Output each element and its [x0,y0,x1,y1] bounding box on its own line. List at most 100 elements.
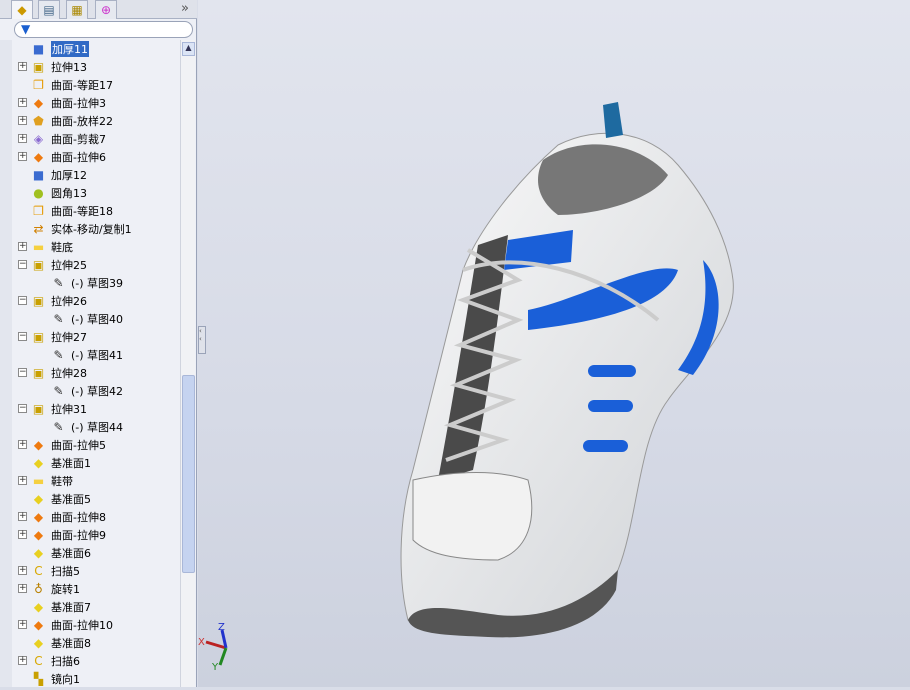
graphics-viewport[interactable]: X Z Y [198,0,910,687]
expand-button[interactable]: + [18,566,27,575]
tree-item[interactable]: ▣ 拉伸13 [30,58,87,76]
tree-item-label: 拉伸26 [51,295,87,308]
tree-item[interactable]: ⬟ 曲面-放样22 [30,112,113,130]
tree-item[interactable]: ◈ 曲面-剪裁7 [30,130,106,148]
extrude-icon: ▣ [32,366,45,380]
expand-button[interactable]: + [18,584,27,593]
tab-dimxpert[interactable]: ⊕ [95,0,117,19]
sweep-icon: С [34,654,43,668]
expand-button[interactable]: + [18,476,27,485]
tree-item[interactable]: ■ 加厚11 [30,40,89,58]
expand-button[interactable]: + [18,134,27,143]
feature-tree: ■ 加厚11 + ▣ 拉伸13 ❐ 曲面-等距17 + ◆ 曲面-拉伸3 + ⬟ 曲面-放样22 + ◈ 曲面… [12,40,180,687]
tree-item[interactable]: ◆ 曲面-拉伸10 [30,616,113,634]
tab-property-manager[interactable]: ▤ [38,0,60,19]
tree-item-label: (-) 草图42 [71,385,124,398]
tree-item[interactable]: ⇄ 实体-移动/复制1 [30,220,131,238]
tree-item[interactable]: ◆ 基准面5 [30,490,91,508]
panel-tabs: ◆ ▤ ▦ ⊕ » [0,0,197,19]
expand-button[interactable]: + [18,98,27,107]
tree-item-label: (-) 草图41 [71,349,124,362]
expand-button[interactable]: + [18,620,27,629]
triad-x-label: X [198,637,205,648]
collapse-button[interactable]: − [18,404,27,413]
tree-item-label: 曲面-剪裁7 [51,133,106,146]
collapse-button[interactable]: − [18,368,27,377]
scroll-thumb[interactable] [182,375,195,573]
tree-item[interactable]: ◆ 曲面-拉伸9 [30,526,106,544]
tree-item[interactable]: ◆ 基准面7 [30,598,91,616]
tree-item-label: 鞋底 [51,241,73,254]
collapse-button[interactable]: − [18,260,27,269]
tree-item[interactable]: ▣ 拉伸27 [30,328,87,346]
tree-item[interactable]: ▬ 鞋带 [30,472,73,490]
tree-item[interactable]: ▚ 镜向1 [30,670,80,687]
tree-item[interactable]: ■ 加厚12 [30,166,87,184]
tree-item[interactable]: ✎ (-) 草图42 [50,382,123,400]
plane-icon: ◆ [33,456,44,470]
expand-button[interactable]: + [18,62,27,71]
sketch-icon: ✎ [53,276,64,290]
expand-button[interactable]: + [18,512,27,521]
configuration-icon: ▦ [71,3,83,17]
tree-item[interactable]: ▣ 拉伸31 [30,400,87,418]
expand-button[interactable]: + [18,530,27,539]
tree-item[interactable]: ❐ 曲面-等距18 [30,202,113,220]
extrude-icon: ▣ [32,258,45,272]
tree-item-label: 曲面-拉伸5 [51,439,106,452]
extrude-icon: ▣ [32,330,45,344]
gutter [0,40,12,687]
tree-item[interactable]: ▬ 鞋底 [30,238,73,256]
panel-collapse-handle[interactable]: ‹ ‹ [198,326,206,354]
feature-tree-icon: ◆ [17,3,27,17]
tree-item-label: (-) 草图44 [71,421,124,434]
tree-item[interactable]: ♁ 旋转1 [30,580,80,598]
tree-scrollbar[interactable]: ▲ [180,40,195,687]
tree-item[interactable]: ✎ (-) 草图39 [50,274,123,292]
surface-extrude-icon: ◆ [33,528,44,542]
expand-button[interactable]: + [18,152,27,161]
tab-configuration-manager[interactable]: ▦ [66,0,88,19]
tree-item[interactable]: ◆ 曲面-拉伸6 [30,148,106,166]
tree-item[interactable]: ▣ 拉伸28 [30,364,87,382]
collapse-button[interactable]: − [18,332,27,341]
sketch-icon: ✎ [53,312,64,326]
tree-item[interactable]: ✎ (-) 草图41 [50,346,123,364]
tree-item-label: 曲面-拉伸10 [51,619,113,632]
tree-item[interactable]: ◆ 曲面-拉伸3 [30,94,106,112]
tree-item[interactable]: ◆ 基准面1 [30,454,91,472]
tab-feature-manager[interactable]: ◆ [11,0,33,19]
tree-item-label: 基准面7 [51,601,91,614]
property-icon: ▤ [43,3,55,17]
tree-item[interactable]: ✎ (-) 草图44 [50,418,123,436]
expand-button[interactable]: + [18,440,27,449]
tree-item[interactable]: ✎ (-) 草图40 [50,310,123,328]
extrude-icon: ▣ [32,402,45,416]
surface-extrude-icon: ◆ [33,618,44,632]
plane-icon: ◆ [33,546,44,560]
tree-item[interactable]: ▣ 拉伸26 [30,292,87,310]
tree-item-label: 曲面-拉伸9 [51,529,106,542]
collapse-button[interactable]: − [18,296,27,305]
more-tabs-button[interactable]: » [181,1,189,16]
trim-icon: ◈ [33,132,44,146]
tree-item-label: 曲面-拉伸8 [51,511,106,524]
tree-item[interactable]: ◆ 曲面-拉伸8 [30,508,106,526]
tree-item-label: 曲面-放样22 [51,115,113,128]
feature-manager-panel: ◆ ▤ ▦ ⊕ » ▼ ■ 加厚11 + ▣ 拉伸13 ❐ 曲面-等距17 + ◆ 曲面-拉伸3 +… [0,0,197,687]
scroll-up-button[interactable]: ▲ [182,42,195,56]
tree-item[interactable]: ◆ 基准面8 [30,634,91,652]
tree-item[interactable]: ◆ 曲面-拉伸5 [30,436,106,454]
expand-button[interactable]: + [18,242,27,251]
tree-item-label: 基准面6 [51,547,91,560]
expand-button[interactable]: + [18,656,27,665]
tree-item[interactable]: ▣ 拉伸25 [30,256,87,274]
tree-item[interactable]: ● 圆角13 [30,184,87,202]
tree-item[interactable]: С 扫描6 [30,652,80,670]
plane-icon: ◆ [33,492,44,506]
tree-filter-input[interactable]: ▼ [14,21,193,38]
tree-item[interactable]: ❐ 曲面-等距17 [30,76,113,94]
tree-item[interactable]: С 扫描5 [30,562,80,580]
tree-item[interactable]: ◆ 基准面6 [30,544,91,562]
expand-button[interactable]: + [18,116,27,125]
